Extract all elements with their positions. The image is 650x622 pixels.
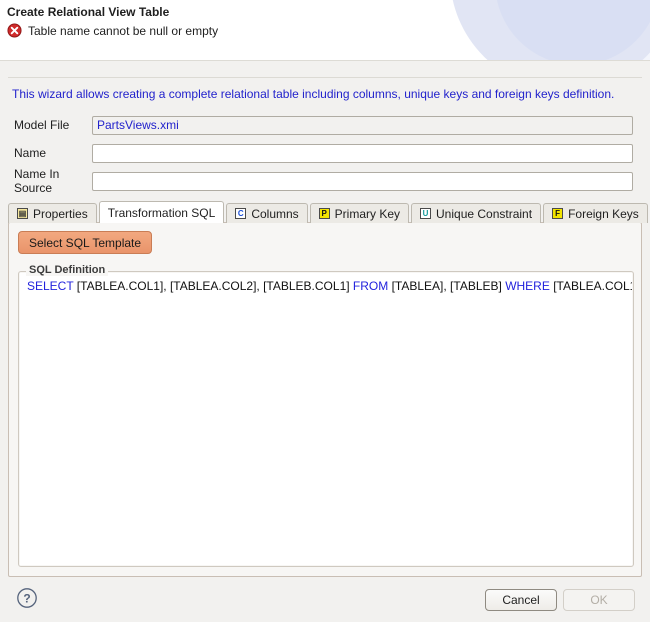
sql-token-plain: [TABLEA.COL1], [TABLEA.COL2], [TABLEB.CO… [73,279,352,293]
cancel-button[interactable]: Cancel [485,589,557,611]
unique-constraint-u-icon: U [420,208,431,219]
name-in-source-label: Name In Source [14,167,92,195]
dialog-title: Create Relational View Table [7,5,169,19]
tab-foreign-keys[interactable]: F Foreign Keys [543,203,648,223]
dialog-footer: ? Cancel OK [0,577,650,622]
validation-message-text: Table name cannot be null or empty [28,24,218,38]
form-row-model-file: Model File [0,111,650,139]
sql-token-keyword: WHERE [505,279,550,293]
sql-definition-editor[interactable]: SELECT [TABLEA.COL1], [TABLEA.COL2], [TA… [20,273,632,565]
dialog-banner: Create Relational View Table Table name … [0,0,650,60]
tab-unique-constraint[interactable]: U Unique Constraint [411,203,541,223]
tab-transformation-sql[interactable]: Transformation SQL [99,201,225,223]
sql-definition-label: SQL Definition [26,264,108,276]
tab-primary-key[interactable]: P Primary Key [310,203,409,223]
validation-message: Table name cannot be null or empty [7,23,218,38]
tab-primary-key-label: Primary Key [335,207,400,221]
sql-token-plain: [TABLEA], [TABLEB] [388,279,505,293]
transformation-sql-panel: Select SQL Template SQL Definition SELEC… [8,222,642,577]
primary-key-p-icon: P [319,208,330,219]
model-file-label: Model File [14,118,92,132]
svg-text:?: ? [23,592,30,606]
name-input[interactable] [92,144,633,163]
name-label: Name [14,146,92,160]
tab-columns[interactable]: C Columns [226,203,307,223]
dialog-body: This wizard allows creating a complete r… [0,61,650,561]
tab-unique-constraint-label: Unique Constraint [436,207,532,221]
create-relational-view-table-dialog: Create Relational View Table Table name … [0,0,650,561]
form-area: Model File Name Name In Source [0,111,650,195]
model-file-input[interactable] [92,116,633,135]
wizard-description: This wizard allows creating a complete r… [12,87,614,101]
form-row-name: Name [0,139,650,167]
form-row-name-in-source: Name In Source [0,167,650,195]
tab-strip: ▤ Properties Transformation SQL C Column… [8,201,642,223]
sql-definition-group: SQL Definition SELECT [TABLEA.COL1], [TA… [18,264,634,567]
sql-definition-box: SELECT [TABLEA.COL1], [TABLEA.COL2], [TA… [18,271,634,567]
ok-button[interactable]: OK [563,589,635,611]
tab-transformation-sql-label: Transformation SQL [108,206,216,220]
tab-foreign-keys-label: Foreign Keys [568,207,639,221]
table-icon: ▤ [17,208,28,219]
tab-columns-label: Columns [251,207,298,221]
sql-token-plain: [TABLEA.COL1] = [TABLEB.COL1] [550,279,632,293]
name-in-source-input[interactable] [92,172,633,191]
help-circle-icon[interactable]: ? [16,587,38,609]
tab-properties-label: Properties [33,207,88,221]
sql-token-keyword: FROM [353,279,388,293]
select-sql-template-button[interactable]: Select SQL Template [18,231,152,254]
column-c-icon: C [235,208,246,219]
foreign-key-f-icon: F [552,208,563,219]
body-top-rule [8,77,642,78]
error-icon [7,23,22,38]
sql-token-keyword: SELECT [27,279,73,293]
tab-properties[interactable]: ▤ Properties [8,203,97,223]
